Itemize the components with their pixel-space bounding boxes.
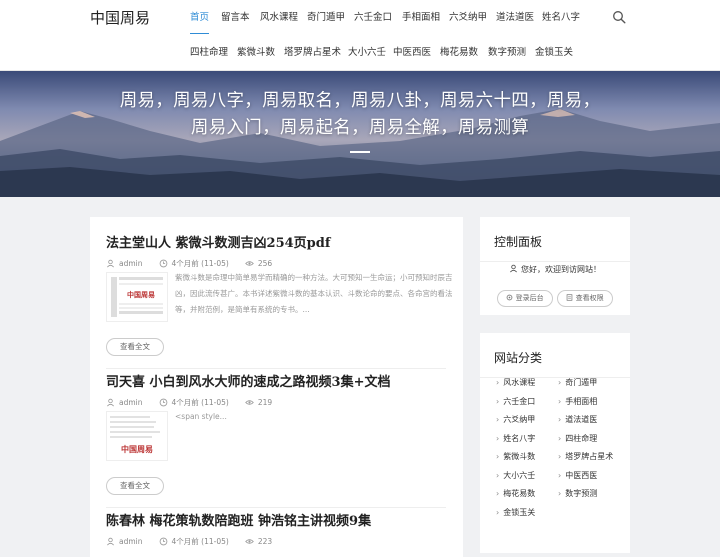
category-item[interactable]: 四柱命理 (558, 433, 597, 444)
nav-item[interactable]: 大小六壬 (348, 46, 386, 60)
post-date: 4个月前 (11-05) (171, 537, 229, 546)
post-excerpt: 紫微斗数是命理中简单易学而精确的一种方法。大可预知一生命运；小可预知时辰吉凶，因… (175, 273, 453, 314)
site-logo[interactable]: 中国周易 (90, 7, 150, 28)
post-list: 法主堂山人 紫微斗数测吉凶254页pdf admin 4个月前 (11-05) … (90, 217, 463, 557)
category-item[interactable]: 梅花易数 (496, 488, 535, 499)
read-more-button[interactable]: 查看全文 (106, 338, 164, 356)
clock-icon (159, 398, 167, 407)
post-meta: admin 4个月前 (11-05) 219 (106, 397, 446, 408)
category-item[interactable]: 大小六壬 (496, 470, 535, 481)
nav-item[interactable]: 六壬金口 (354, 11, 392, 25)
view-permission-label: 查看权限 (575, 294, 604, 302)
post-views: 223 (257, 537, 273, 546)
gear-icon (507, 294, 513, 300)
site-header: 中国周易 首页 留言本 风水课程 奇门遁甲 六壬金口 手相面相 六爻纳甲 道法道医 姓名八字 四… (0, 0, 720, 71)
panel-divider (480, 261, 630, 262)
post-views: 256 (257, 259, 273, 268)
nav-item[interactable]: 数字预测 (488, 46, 526, 60)
clock-icon (159, 259, 167, 268)
post-title[interactable]: 陈春林 梅花策轨数陪跑班 钟浩铭主讲视频9集 (106, 510, 446, 529)
post-meta: admin 4个月前 (11-05) 256 (106, 258, 446, 269)
view-permission-button[interactable]: 查看权限 (557, 290, 613, 307)
category-item[interactable]: 塔罗牌占星术 (558, 451, 613, 462)
category-panel-title: 网站分类 (494, 351, 543, 365)
post-author[interactable]: admin (119, 537, 143, 546)
eye-icon (244, 539, 254, 544)
nav-item[interactable]: 奇门遁甲 (307, 11, 345, 25)
search-icon[interactable] (612, 10, 626, 24)
welcome-text: 您好，欢迎到访网站！ (521, 265, 601, 274)
banner-title-line-2: 周易入门，周易起名，周易全解，周易测算 (190, 118, 530, 138)
document-preview-image: 中国周易 (107, 412, 167, 460)
user-icon (510, 264, 517, 273)
post-divider (106, 368, 446, 369)
post-views: 219 (257, 398, 273, 407)
post-title[interactable]: 法主堂山人 紫微斗数测吉凶254页pdf (106, 232, 446, 251)
nav-item[interactable]: 首页 (190, 11, 209, 34)
post-date: 4个月前 (11-05) (171, 259, 229, 268)
nav-item[interactable]: 中医西医 (393, 46, 431, 60)
nav-item[interactable]: 手相面相 (402, 11, 440, 25)
eye-icon (244, 261, 254, 266)
read-more-button[interactable]: 查看全文 (106, 477, 164, 495)
banner-title: 周易，周易八字，周易取名，周易八卦，周易六十四，周易， 周易入门，周易起名，周易… (60, 88, 660, 142)
post-excerpt: <span style... (175, 412, 227, 421)
post-item: 法主堂山人 紫微斗数测吉凶254页pdf admin 4个月前 (11-05) … (106, 232, 453, 369)
category-item[interactable]: 六壬金口 (496, 396, 535, 407)
user-icon (107, 537, 114, 546)
login-admin-label: 登录后台 (515, 294, 544, 302)
category-item[interactable]: 手相面相 (558, 396, 597, 407)
eye-icon (244, 400, 254, 405)
category-item[interactable]: 数字预测 (558, 488, 597, 499)
post-title[interactable]: 司天喜 小白到风水大师的速成之路视频3集+文档 (106, 371, 446, 390)
banner-divider (350, 151, 370, 153)
post-divider (106, 507, 446, 508)
user-icon (107, 259, 114, 268)
nav-item[interactable]: 塔罗牌占星术 (284, 46, 341, 60)
category-item[interactable]: 中医西医 (558, 470, 597, 481)
category-item[interactable]: 道法道医 (558, 414, 597, 425)
post-thumbnail[interactable]: 中国周易 (106, 411, 168, 461)
nav-item[interactable]: 六爻纳甲 (449, 11, 487, 25)
post-item: 陈春林 梅花策轨数陪跑班 钟浩铭主讲视频9集 admin 4个月前 (11-05… (106, 510, 446, 547)
post-thumbnail[interactable]: 中国周易 (106, 272, 168, 322)
post-author[interactable]: admin (119, 398, 143, 407)
welcome-message: 您好，欢迎到访网站！ (480, 264, 630, 275)
clock-icon (159, 537, 167, 546)
nav-item[interactable]: 梅花易数 (440, 46, 478, 60)
category-item[interactable]: 姓名八字 (496, 433, 535, 444)
nav-item[interactable]: 金锁玉关 (535, 46, 573, 60)
category-item[interactable]: 六爻纳甲 (496, 414, 535, 425)
nav-item[interactable]: 紫微斗数 (237, 46, 275, 60)
hero-banner: 周易，周易八字，周易取名，周易八卦，周易六十四，周易， 周易入门，周易起名，周易… (0, 71, 720, 197)
post-item: 司天喜 小白到风水大师的速成之路视频3集+文档 admin 4个月前 (11-0… (106, 371, 446, 508)
control-panel: 控制面板 您好，欢迎到访网站！ 登录后台 查看权限 (480, 217, 630, 315)
document-preview-image: 中国周易 (107, 273, 167, 321)
nav-item[interactable]: 风水课程 (260, 11, 298, 25)
category-item[interactable]: 奇门遁甲 (558, 377, 597, 388)
nav-item[interactable]: 道法道医 (496, 11, 534, 25)
post-date: 4个月前 (11-05) (171, 398, 229, 407)
nav-item[interactable]: 四柱命理 (190, 46, 228, 60)
category-item[interactable]: 风水课程 (496, 377, 535, 388)
nav-item[interactable]: 留言本 (221, 11, 250, 25)
post-meta: admin 4个月前 (11-05) 223 (106, 536, 446, 547)
nav-item[interactable]: 姓名八字 (542, 11, 580, 25)
category-panel: 网站分类 风水课程 奇门遁甲六壬金口 手相面相六爻纳甲 道法道医姓名八字 四柱命理紫微斗… (480, 333, 630, 553)
thumb-logo: 中国周易 (121, 444, 153, 454)
thumb-logo: 中国周易 (127, 290, 155, 299)
post-author[interactable]: admin (119, 259, 143, 268)
login-admin-button[interactable]: 登录后台 (497, 290, 553, 307)
control-panel-title: 控制面板 (494, 235, 543, 249)
banner-title-line-1: 周易，周易八字，周易取名，周易八卦，周易六十四，周易， (119, 91, 601, 111)
document-icon (567, 293, 573, 301)
category-item[interactable]: 金锁玉关 (496, 507, 535, 518)
user-icon (107, 398, 114, 407)
category-item[interactable]: 紫微斗数 (496, 451, 535, 462)
